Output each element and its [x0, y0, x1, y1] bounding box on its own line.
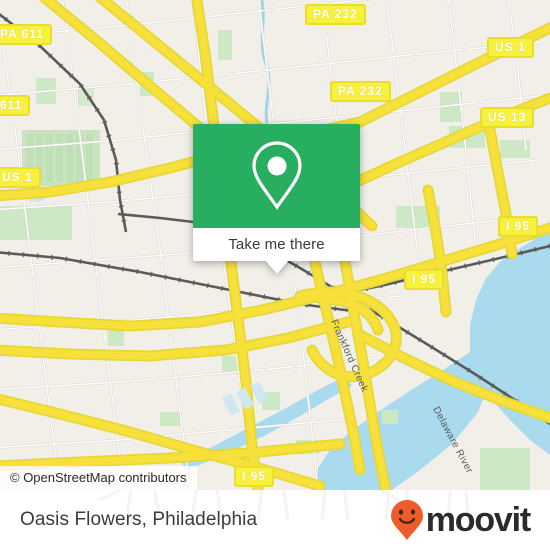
- place-title: Oasis Flowers, Philadelphia: [20, 509, 258, 530]
- road-shield: I 95: [404, 269, 445, 290]
- road-shield: PA 232: [305, 4, 366, 25]
- callout-pin-panel: [193, 124, 360, 228]
- road-shield: I 95: [234, 466, 275, 487]
- road-shield: 611: [0, 95, 31, 116]
- road-shield: US 13: [480, 107, 535, 128]
- moovit-smiley-pin-icon: [390, 500, 423, 540]
- road-shield: PA 611: [0, 24, 53, 45]
- road-shield: PA 232: [330, 81, 391, 102]
- take-me-there-label: Take me there: [228, 236, 325, 253]
- callout-pointer: [264, 260, 289, 274]
- openstreetmap-attribution[interactable]: © OpenStreetMap contributors: [0, 466, 197, 490]
- take-me-there-callout[interactable]: Take me there: [193, 124, 360, 274]
- road-shield: US 1: [0, 167, 41, 188]
- road-shield: US 1: [487, 37, 534, 58]
- callout-action-panel[interactable]: Take me there: [193, 228, 360, 274]
- map-pin-icon: [251, 141, 302, 210]
- moovit-wordmark: moovit: [425, 501, 531, 539]
- map-canvas[interactable]: PA 611 PA 232 US 1 PA 232 US 13 611 US 1…: [0, 0, 550, 490]
- footer-bar: Oasis Flowers, Philadelphia moovit: [0, 490, 550, 550]
- moovit-brand[interactable]: moovit: [390, 499, 531, 541]
- moovit-map-screenshot: PA 611 PA 232 US 1 PA 232 US 13 611 US 1…: [0, 0, 550, 550]
- road-shield: I 95: [498, 216, 539, 237]
